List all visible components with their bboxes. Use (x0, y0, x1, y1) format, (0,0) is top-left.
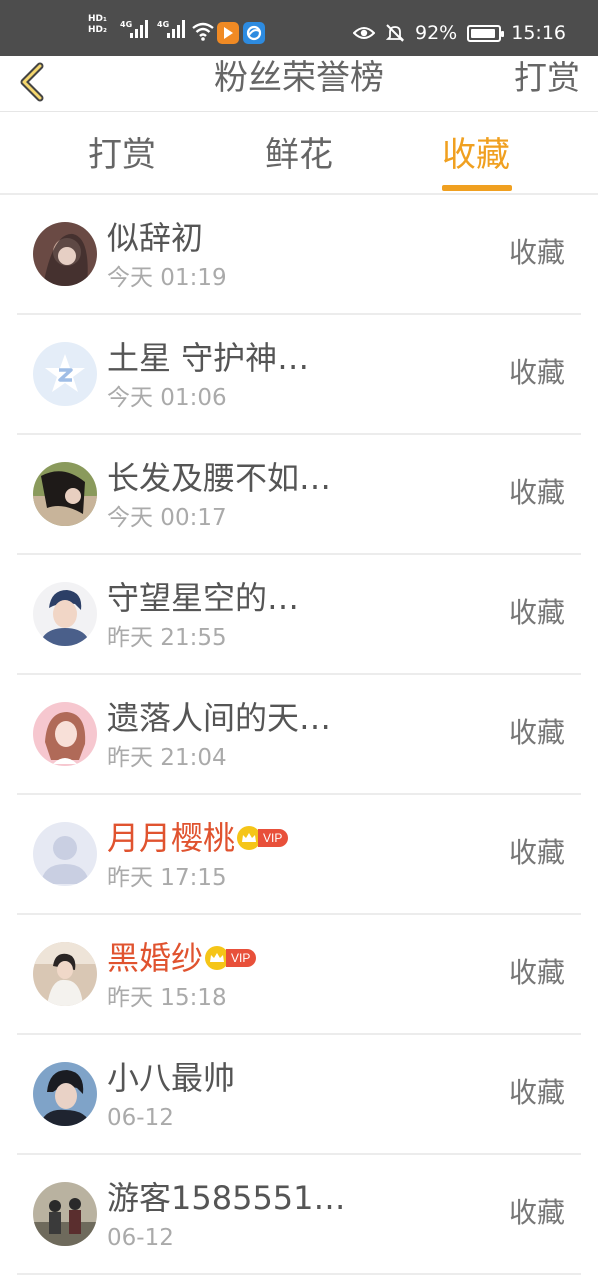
battery-percent: 92% (415, 22, 458, 44)
avatar (33, 702, 97, 766)
hd2-label: HD₂ (88, 25, 107, 35)
tab-bar: 打赏 鲜花 收藏 (0, 113, 598, 195)
fan-time: 今天 01:19 (107, 265, 227, 291)
avatar (33, 942, 97, 1006)
avatar (33, 822, 97, 886)
action-label: 收藏 (508, 716, 565, 749)
list-item[interactable]: 似辞初 今天 01:19 收藏 (0, 195, 598, 315)
fan-time: 06-12 (107, 1105, 174, 1131)
tab-favorites[interactable]: 收藏 (442, 135, 510, 175)
list-item[interactable]: 遗落人间的天… 昨天 21:04 收藏 (0, 675, 598, 795)
vip-label: VIP (226, 949, 257, 967)
vip-badge: VIP (237, 826, 289, 850)
name-line: 游客1585551… (107, 1177, 346, 1219)
status-bar: HD₁ HD₂ 4G 4G 92% 15:16 (0, 0, 598, 56)
fan-name: 长发及腰不如… (107, 459, 332, 497)
fan-time: 今天 01:06 (107, 385, 227, 411)
name-line: 长发及腰不如… (107, 457, 331, 499)
list-item[interactable]: 黑婚纱 VIP 昨天 15:18 收藏 (0, 915, 598, 1035)
fan-time: 今天 00:17 (107, 505, 227, 531)
fan-name: 似辞初 (107, 219, 204, 257)
avatar (33, 1182, 97, 1246)
clock: 15:16 (511, 22, 566, 44)
list-item[interactable]: 土星 守护神… 今天 01:06 收藏 (0, 315, 598, 435)
signal-icon (167, 20, 185, 38)
avatar (33, 1062, 97, 1126)
list-item[interactable]: 守望星空的… 昨天 21:55 收藏 (0, 555, 598, 675)
vip-label: VIP (258, 829, 289, 847)
action-label: 收藏 (508, 596, 565, 629)
action-label: 收藏 (508, 236, 565, 269)
list-item[interactable]: 长发及腰不如… 今天 00:17 收藏 (0, 435, 598, 555)
fan-name: 守望星空的… (107, 579, 300, 617)
mute-bell-icon (385, 24, 405, 42)
name-line: 守望星空的… (107, 577, 299, 619)
avatar (33, 582, 97, 646)
action-label: 收藏 (508, 1076, 565, 1109)
signal-icon (130, 20, 148, 38)
action-label: 收藏 (508, 836, 565, 869)
name-line: 黑婚纱 VIP (107, 937, 257, 979)
fan-name: 游客1585551… (107, 1179, 346, 1217)
fan-time: 昨天 17:15 (107, 865, 227, 891)
fan-list: 似辞初 今天 01:19 收藏 土星 守护神… 今天 01:06 收藏 长发及腰… (0, 195, 598, 1275)
page-title: 粉丝荣誉榜 (214, 58, 384, 98)
name-line: 月月樱桃 VIP (107, 817, 289, 859)
app-notification-icon (243, 22, 265, 44)
action-label: 收藏 (508, 476, 565, 509)
fan-name: 遗落人间的天… (107, 699, 332, 737)
list-item[interactable]: 游客1585551… 06-12 收藏 (0, 1155, 598, 1275)
vip-badge: VIP (205, 946, 257, 970)
name-line: 土星 守护神… (107, 337, 309, 379)
list-item[interactable]: 小八最帅 06-12 收藏 (0, 1035, 598, 1155)
name-line: 遗落人间的天… (107, 697, 331, 739)
fan-time: 昨天 21:55 (107, 625, 227, 651)
tip-button[interactable]: 打赏 (514, 56, 580, 100)
fan-time: 昨天 15:18 (107, 985, 227, 1011)
name-line: 似辞初 (107, 217, 203, 259)
fan-name: 土星 守护神… (107, 339, 310, 377)
avatar (33, 222, 97, 286)
fan-name: 月月樱桃 (107, 819, 236, 857)
avatar (33, 342, 97, 406)
tab-tips[interactable]: 打赏 (88, 135, 156, 175)
action-label: 收藏 (508, 356, 565, 389)
avatar (33, 462, 97, 526)
name-line: 小八最帅 (107, 1057, 235, 1099)
status-right: 92% 15:16 (353, 22, 566, 44)
fan-time: 06-12 (107, 1225, 174, 1251)
hd-indicator: HD₁ HD₂ (88, 14, 107, 36)
battery-icon (467, 24, 505, 42)
active-tab-indicator (442, 185, 512, 191)
fan-time: 昨天 21:04 (107, 745, 227, 771)
tab-flowers[interactable]: 鲜花 (265, 135, 333, 175)
header: 粉丝荣誉榜 打赏 (0, 56, 598, 112)
wifi-icon (192, 22, 214, 41)
app-notification-icon (217, 22, 239, 44)
action-label: 收藏 (508, 956, 565, 989)
battery-fill (471, 28, 495, 38)
eye-icon (353, 27, 375, 39)
hd1-label: HD₁ (88, 14, 107, 24)
action-label: 收藏 (508, 1196, 565, 1229)
list-item[interactable]: 月月樱桃 VIP 昨天 17:15 收藏 (0, 795, 598, 915)
fan-name: 小八最帅 (107, 1059, 236, 1097)
fan-name: 黑婚纱 (107, 939, 204, 977)
